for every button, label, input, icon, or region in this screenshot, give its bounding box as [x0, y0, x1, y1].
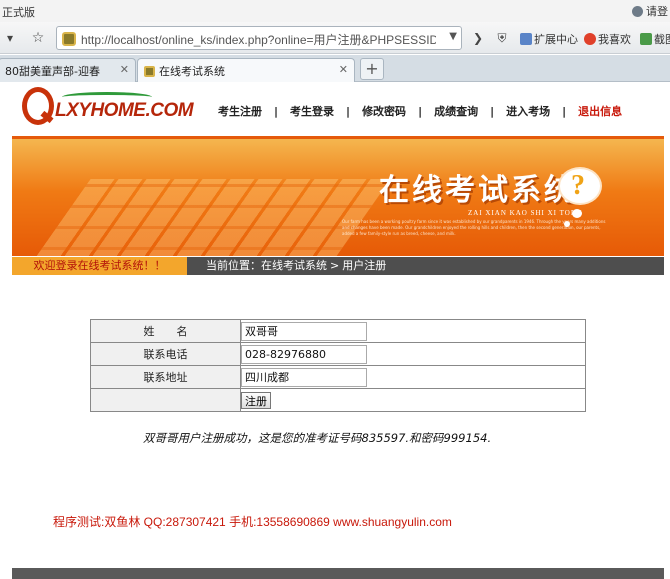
- logo-q-mark: [22, 87, 54, 125]
- address-url[interactable]: http://localhost/online_ks/index.php?onl…: [81, 31, 436, 48]
- breadcrumb: 当前位置：在线考试系统 > 用户注册: [206, 257, 386, 275]
- tab-music-label: 80甜美童声部-迎春: [5, 65, 100, 78]
- favorites-button[interactable]: 我喜欢: [584, 31, 631, 47]
- logo-text: LXYHOME.COM: [55, 100, 194, 121]
- shield-icon[interactable]: ⛨: [492, 28, 512, 48]
- address-bar[interactable]: http://localhost/online_ks/index.php?onl…: [56, 26, 462, 50]
- question-bubble-icon: ?: [560, 169, 600, 203]
- registration-form: 姓 名 联系电话 联系地址 注册: [90, 319, 586, 412]
- site-favicon-icon: [144, 66, 155, 77]
- menu-enter-exam[interactable]: 进入考场: [506, 103, 550, 119]
- name-input[interactable]: [241, 321, 367, 341]
- site-footer: [12, 568, 664, 579]
- name-label: 姓 名: [90, 319, 241, 343]
- form-row-address: 联系地址: [90, 365, 586, 389]
- menu-score-query[interactable]: 成绩查询: [434, 103, 478, 119]
- new-tab-button[interactable]: +: [360, 58, 384, 80]
- breadcrumb-current: 用户注册: [342, 259, 387, 272]
- favorites-label: 我喜欢: [598, 33, 631, 46]
- bookmark-star-icon[interactable]: ☆: [28, 28, 48, 48]
- extensions-label: 扩展中心: [534, 33, 578, 46]
- tab-music[interactable]: 80甜美童声部-迎春 ✕: [0, 58, 136, 82]
- tab-exam-label: 在线考试系统: [159, 65, 225, 78]
- forward-dropdown-icon[interactable]: ▾: [0, 28, 20, 48]
- page-content: LXYHOME.COM 考生注册 | 考生登录 | 修改密码 | 成绩查询 | 进入考场 | 退出信…: [0, 82, 670, 579]
- scissors-icon: [640, 33, 652, 45]
- banner-fine-print: Our farm has been a working poultry farm…: [342, 219, 606, 236]
- site-header: LXYHOME.COM 考生注册 | 考生登录 | 修改密码 | 成绩查询 | 进入考场 | 退出信…: [12, 82, 664, 138]
- tab-bar: 80甜美童声部-迎春 ✕ 在线考试系统 ✕ +: [0, 55, 670, 82]
- result-message: 双哥哥用户注册成功，这是您的准考证号码835597.和密码999154.: [143, 431, 492, 445]
- user-account[interactable]: 请登: [632, 3, 668, 19]
- user-icon: [632, 6, 643, 17]
- menu-login[interactable]: 考生登录: [290, 103, 334, 119]
- tab-exam-system[interactable]: 在线考试系统 ✕: [137, 58, 355, 82]
- extensions-button[interactable]: 扩展中心: [520, 31, 578, 47]
- go-arrow-icon[interactable]: ❯: [468, 28, 488, 48]
- status-bar: 欢迎登录在线考试系统！！ 当前位置：在线考试系统 > 用户注册: [12, 257, 664, 275]
- user-account-label: 请登: [646, 5, 668, 18]
- window-titlebar: 正式版 请登: [0, 0, 670, 22]
- breadcrumb-prefix: 当前位置：: [206, 259, 261, 272]
- site-favicon-icon: [62, 32, 76, 46]
- register-button[interactable]: 注册: [241, 391, 271, 409]
- menu-change-password[interactable]: 修改密码: [362, 103, 406, 119]
- breadcrumb-root[interactable]: 在线考试系统: [261, 259, 327, 272]
- site-logo[interactable]: LXYHOME.COM: [22, 87, 194, 131]
- welcome-message: 欢迎登录在线考试系统！！: [12, 257, 187, 275]
- banner-pinyin: ZAI XIAN KAO SHI XI TONG: [468, 209, 583, 217]
- heart-icon: [584, 33, 596, 45]
- close-icon[interactable]: ✕: [120, 63, 129, 76]
- credit-line: 程序测试:双鱼林 QQ:287307421 手机:13558690869 www…: [53, 515, 452, 529]
- address-dropdown-icon[interactable]: ▼: [449, 31, 457, 42]
- menu-register[interactable]: 考生注册: [218, 103, 262, 119]
- form-row-submit: 注册: [90, 388, 586, 412]
- window-title: 正式版: [2, 6, 35, 19]
- form-row-phone: 联系电话: [90, 342, 586, 366]
- navigation-toolbar: ▾ ☆ http://localhost/online_ks/index.php…: [0, 22, 670, 54]
- banner-title: 在线考试系统: [379, 173, 577, 208]
- address-input[interactable]: [241, 367, 367, 387]
- extensions-icon: [520, 33, 532, 45]
- form-row-name: 姓 名: [90, 319, 586, 343]
- address-label: 联系地址: [90, 365, 241, 389]
- screenshot-label: 截图: [654, 33, 670, 46]
- screenshot-button[interactable]: 截图: [640, 31, 670, 47]
- phone-label: 联系电话: [90, 342, 241, 366]
- main-menu: 考生注册 | 考生登录 | 修改密码 | 成绩查询 | 进入考场 | 退出信息: [218, 103, 623, 119]
- menu-logout[interactable]: 退出信息: [578, 103, 622, 119]
- site-banner: 在线考试系统 ZAI XIAN KAO SHI XI TONG Our farm…: [12, 136, 664, 256]
- breadcrumb-separator: >: [330, 259, 340, 272]
- close-icon[interactable]: ✕: [339, 63, 348, 76]
- phone-input[interactable]: [241, 344, 367, 364]
